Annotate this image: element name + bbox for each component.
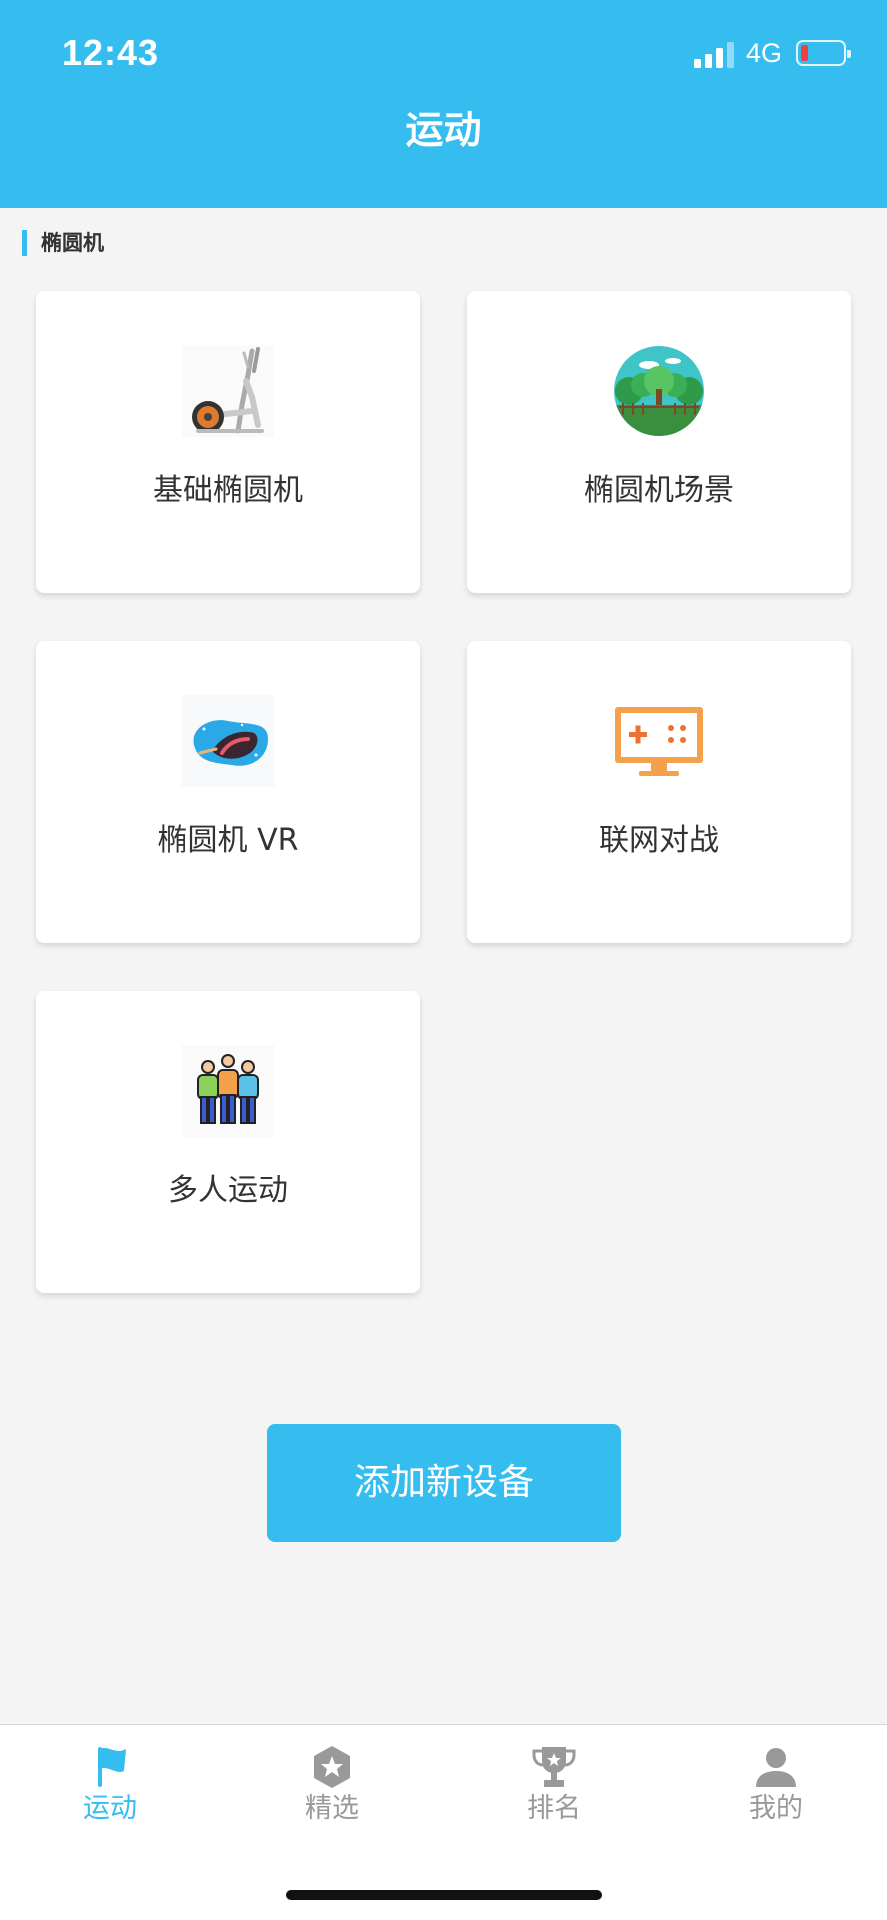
section-title: 椭圆机 bbox=[22, 230, 104, 256]
status-time: 12:43 bbox=[62, 32, 160, 73]
home-indicator bbox=[286, 1890, 602, 1900]
tab-me[interactable]: 我的 bbox=[696, 1725, 856, 1845]
page-title: 运动 bbox=[405, 108, 482, 152]
tab-ranking[interactable]: 排名 bbox=[474, 1725, 634, 1845]
card-label: 椭圆机 VR bbox=[157, 823, 299, 858]
tab-label: 精选 bbox=[305, 1793, 359, 1824]
card-basic-elliptical[interactable]: 基础椭圆机 bbox=[36, 291, 420, 593]
tab-sport[interactable]: 运动 bbox=[30, 1725, 190, 1845]
tab-featured[interactable]: 精选 bbox=[252, 1725, 412, 1845]
elliptical-machine-icon bbox=[182, 345, 274, 437]
tab-label: 我的 bbox=[749, 1793, 803, 1824]
card-label: 基础椭圆机 bbox=[153, 473, 303, 508]
game-screen-icon bbox=[615, 707, 703, 776]
trophy-icon bbox=[532, 1747, 576, 1787]
user-icon bbox=[756, 1748, 796, 1787]
add-device-button[interactable]: 添加新设备 bbox=[267, 1424, 621, 1542]
card-label: 联网对战 bbox=[599, 823, 719, 858]
group-people-icon bbox=[182, 1045, 274, 1137]
card-network-battle[interactable]: 联网对战 bbox=[467, 641, 851, 943]
vr-headset-icon bbox=[182, 695, 274, 787]
star-badge-icon bbox=[314, 1746, 350, 1788]
card-multiplayer[interactable]: 多人运动 bbox=[36, 991, 420, 1293]
battery-icon bbox=[796, 40, 851, 66]
signal-icon bbox=[694, 42, 734, 68]
card-label: 多人运动 bbox=[168, 1173, 288, 1208]
card-label: 椭圆机场景 bbox=[584, 473, 734, 508]
card-elliptical-scene[interactable]: 椭圆机场景 bbox=[467, 291, 851, 593]
tab-label: 排名 bbox=[527, 1793, 581, 1824]
network-type: 4G bbox=[746, 38, 783, 68]
tab-label: 运动 bbox=[83, 1793, 137, 1824]
card-elliptical-vr[interactable]: 椭圆机 VR bbox=[36, 641, 420, 943]
flag-icon bbox=[98, 1747, 126, 1787]
app-header: 12:43 4G 运动 bbox=[0, 0, 887, 208]
forest-scene-icon bbox=[614, 346, 704, 436]
